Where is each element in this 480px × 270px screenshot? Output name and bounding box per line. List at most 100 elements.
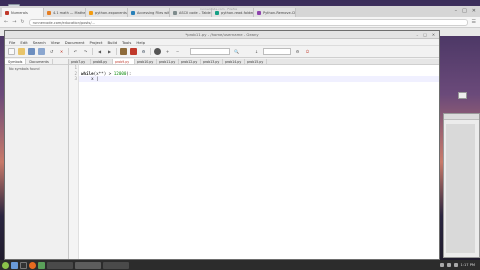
compile-icon[interactable] (120, 48, 127, 55)
start-menu-icon[interactable] (2, 261, 9, 269)
terminal-icon[interactable] (20, 261, 27, 269)
reload-icon[interactable]: ↻ (20, 19, 24, 25)
code-line[interactable]: x | (79, 76, 439, 82)
code-token: while (81, 70, 94, 76)
browser-tab[interactable]: python-exponents - Geo (86, 8, 128, 17)
network-icon[interactable] (439, 263, 444, 267)
document-tab[interactable]: prob11.py (157, 59, 179, 64)
address-bar[interactable]: runnercode.com/education/posts/... (28, 18, 468, 26)
taskbar-window-browser[interactable] (47, 261, 73, 269)
geany-body: Symbols Documents No symbols found prob7… (5, 59, 439, 259)
secondary-window-content (446, 124, 475, 253)
menu-item-file[interactable]: File (9, 40, 15, 45)
redo-icon[interactable]: ↷ (82, 48, 89, 55)
menu-item-edit[interactable]: Edit (20, 40, 27, 45)
favicon-icon (257, 10, 261, 15)
execute-icon[interactable]: ⚙ (140, 48, 147, 55)
favicon-icon (47, 10, 51, 15)
browser-tab[interactable]: Python-Remove-Charact (254, 8, 296, 17)
revert-icon[interactable]: ↺ (48, 48, 55, 55)
close-icon[interactable]: ✕ (432, 31, 435, 39)
favicon-icon (5, 10, 9, 15)
zoom-out-icon[interactable]: − (174, 48, 181, 55)
window-title-text: *prob11.py - /home/username - Geany (185, 32, 259, 37)
files-icon[interactable] (11, 261, 18, 269)
secondary-window-titlebar[interactable] (444, 114, 479, 120)
browser-tab[interactable]: Numerals (2, 8, 44, 17)
tab-documents[interactable]: Documents (26, 59, 53, 64)
document-tab[interactable]: prob8.py (91, 59, 113, 64)
system-tray: 1:17 PM (439, 263, 478, 267)
taskbar: 1:17 PM (0, 260, 480, 270)
document-tab[interactable]: prob14.py (223, 59, 245, 64)
menu-item-project[interactable]: Project (89, 40, 102, 45)
close-icon[interactable]: ✕ (472, 8, 476, 14)
clock[interactable]: 1:17 PM (461, 263, 475, 267)
zoom-in-icon[interactable]: + (164, 48, 171, 55)
geany-window: *prob11.py - /home/username - Geany – □ … (4, 30, 440, 260)
menu-icon[interactable]: ☰ (472, 19, 476, 25)
favicon-icon (131, 10, 135, 15)
document-tab[interactable]: prob7.py (69, 59, 91, 64)
favicon-icon (173, 10, 177, 15)
menu-item-help[interactable]: Help (136, 40, 145, 45)
open-file-icon[interactable] (18, 48, 25, 55)
preferences-icon[interactable]: ⚙ (294, 48, 301, 55)
save-icon[interactable] (28, 48, 35, 55)
minimize-icon[interactable]: – (416, 31, 418, 39)
menu-item-build[interactable]: Build (107, 40, 117, 45)
new-file-icon[interactable] (8, 48, 15, 55)
code-token: x | (81, 76, 99, 81)
taskbar-window-geany[interactable] (75, 261, 101, 269)
secondary-window[interactable] (443, 113, 480, 258)
search-input[interactable] (190, 48, 230, 55)
forward-icon[interactable]: → (12, 19, 16, 25)
quit-icon[interactable]: ⏻ (304, 48, 311, 55)
build-icon[interactable] (130, 48, 137, 55)
taskbar-window-other[interactable] (103, 261, 129, 269)
forward-icon[interactable]: ▶ (106, 48, 113, 55)
close-file-icon[interactable]: ✕ (58, 48, 65, 55)
browser-tab[interactable]: Accessing Files with Pyt (128, 8, 170, 17)
document-tab[interactable]: prob12.py (179, 59, 201, 64)
favicon-icon (89, 10, 93, 15)
save-all-icon[interactable] (38, 48, 45, 55)
search-icon[interactable]: 🔍 (233, 48, 240, 55)
document-tab[interactable]: prob15.py (245, 59, 267, 64)
tab-symbols[interactable]: Symbols (5, 59, 27, 64)
line-number-gutter: 123 (69, 65, 79, 259)
desktop-widget[interactable] (458, 92, 467, 99)
code-token: 12000 (113, 70, 127, 76)
document-tab[interactable]: prob10.py (135, 59, 157, 64)
document-tab[interactable]: prob9.py (113, 59, 135, 64)
menu-item-view[interactable]: View (51, 40, 60, 45)
toolbar-separator (92, 48, 93, 55)
color-chooser-icon[interactable] (154, 48, 161, 55)
browser-tab[interactable]: 4.1 math — Mathematical fun (44, 8, 86, 17)
menu-bar: File Edit Search View Document Project Build To… (5, 39, 439, 46)
toolbar-separator (68, 48, 69, 55)
maximize-icon[interactable]: □ (462, 8, 467, 14)
menu-item-document[interactable]: Document (65, 40, 85, 45)
volume-icon[interactable] (446, 263, 451, 267)
battery-icon[interactable] (453, 263, 458, 267)
browser-tab-label: python-read-folder – Go (221, 10, 254, 15)
back-icon[interactable]: ◀ (96, 48, 103, 55)
goto-line-input[interactable] (263, 48, 291, 55)
browser-tab-label: 4.1 math — Mathematical fun (53, 10, 86, 15)
editor-icon[interactable] (38, 261, 45, 269)
sidebar-message: No symbols found (9, 67, 40, 71)
firefox-icon[interactable] (29, 261, 36, 269)
menu-item-tools[interactable]: Tools (122, 40, 131, 45)
minimize-icon[interactable]: – (455, 8, 458, 14)
sidebar: Symbols Documents No symbols found (5, 59, 69, 259)
maximize-icon[interactable]: □ (423, 31, 427, 39)
code-editor[interactable]: 123 while(x**) > 12000): x | (69, 65, 439, 259)
goto-line-icon[interactable]: ↓ (253, 48, 260, 55)
document-tab[interactable]: prob13.py (201, 59, 223, 64)
browser-tab-label: ASCII code – Table, con (179, 10, 212, 15)
back-icon[interactable]: ← (4, 19, 8, 25)
undo-icon[interactable]: ↶ (72, 48, 79, 55)
code-text[interactable]: while(x**) > 12000): x | (79, 65, 439, 259)
menu-item-search[interactable]: Search (33, 40, 46, 45)
